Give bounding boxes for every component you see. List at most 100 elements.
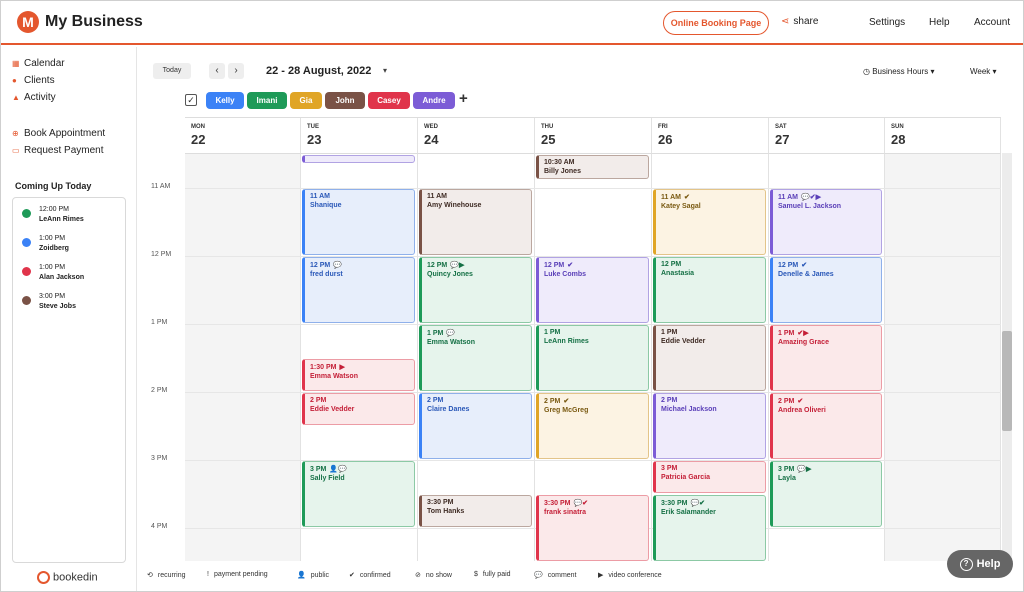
- help-label: Help: [976, 558, 1001, 570]
- day-name: WED: [424, 124, 438, 130]
- appointment-card[interactable]: 1 PM LeAnn Rimes: [536, 325, 649, 391]
- legend-label: comment: [547, 572, 577, 579]
- appointment-time: 12 PM: [427, 262, 448, 269]
- coming-up-item[interactable]: 12:00 PM LeAnn Rimes: [22, 206, 122, 230]
- appointment-card[interactable]: 10:30 AM Billy Jones: [536, 155, 649, 179]
- staff-chip[interactable]: Casey: [368, 92, 410, 109]
- appointment-card[interactable]: 1 PM 💬 Emma Watson: [419, 325, 532, 391]
- scrollbar-thumb[interactable]: [1002, 331, 1012, 431]
- date-range-picker[interactable]: 22 - 28 August, 2022: [266, 65, 371, 77]
- add-staff-button[interactable]: +: [459, 90, 468, 107]
- day-header[interactable]: MON 22: [185, 118, 301, 154]
- appointment-client: Amy Winehouse: [427, 202, 482, 209]
- appointment-time: 2 PM: [310, 397, 327, 404]
- nav-account[interactable]: Account: [974, 17, 1010, 28]
- appointment-card[interactable]: 2 PM ✔ Andrea Oliveri: [770, 393, 882, 459]
- sidebar-item-activity[interactable]: ▲ Activity: [12, 91, 56, 105]
- appointment-card[interactable]: 12 PM ✔ Denelle & James: [770, 257, 882, 323]
- staff-chip[interactable]: John: [325, 92, 365, 109]
- appointment-card[interactable]: 2 PM Michael Jackson: [653, 393, 766, 459]
- bookedin-wordmark: bookedin: [53, 571, 98, 584]
- nav-help[interactable]: Help: [929, 17, 950, 28]
- appointment-client: Andrea Oliveri: [778, 407, 826, 414]
- help-chat-button[interactable]: ? Help: [947, 550, 1013, 578]
- coming-up-client: Steve Jobs: [39, 303, 76, 310]
- day-header[interactable]: SAT 27: [769, 118, 885, 154]
- appointment-card[interactable]: 1 PM Eddie Vedder: [653, 325, 766, 391]
- appointment-time: 1:30 PM: [310, 364, 337, 371]
- legend-label: public: [310, 572, 330, 579]
- appointment-card[interactable]: 1:30 PM ▶ Emma Watson: [302, 359, 415, 391]
- appointment-card[interactable]: 3:30 PM 💬✔ Erik Salamander: [653, 495, 766, 561]
- prev-week-button[interactable]: ‹: [209, 63, 225, 79]
- time-label: 4 PM: [151, 523, 168, 530]
- appointment-card[interactable]: 3 PM 💬▶ Layla: [770, 461, 882, 527]
- appointment-time: 2 PM: [778, 398, 795, 405]
- day-header[interactable]: TUE 23: [301, 118, 418, 154]
- coming-up-time: 1:00 PM: [39, 235, 66, 242]
- share-button[interactable]: ⋖ share: [781, 16, 818, 27]
- appointment-card[interactable]: 11 AM ✔ Katey Sagal: [653, 189, 766, 255]
- appointment-card[interactable]: 12 PM 💬 fred durst: [302, 257, 415, 323]
- appointment-card[interactable]: 3:30 PM 💬✔ frank sinatra: [536, 495, 649, 561]
- brand-name[interactable]: My Business: [45, 13, 143, 31]
- online-booking-page-button[interactable]: Online Booking Page: [663, 11, 769, 35]
- staff-chip[interactable]: Andre: [413, 92, 455, 109]
- day-column[interactable]: [185, 118, 301, 561]
- view-select[interactable]: Week ▾: [970, 67, 997, 76]
- coming-up-item[interactable]: 1:00 PM Alan Jackson: [22, 264, 122, 288]
- appointment-card[interactable]: 3:30 PM Tom Hanks: [419, 495, 532, 527]
- day-name: MON: [191, 124, 205, 130]
- select-all-staff-checkbox[interactable]: ✓: [185, 94, 197, 106]
- appointment-time: 11 AM: [310, 193, 330, 200]
- appointment-card[interactable]: 3 PM 👤💬 Sally Field: [302, 461, 415, 527]
- brand-logo-icon[interactable]: M: [17, 11, 39, 33]
- appointment-card[interactable]: 11 AM 💬✔▶ Samuel L. Jackson: [770, 189, 882, 255]
- day-date: 22: [191, 132, 206, 147]
- day-header[interactable]: WED 24: [418, 118, 535, 154]
- sidebar-item-calendar[interactable]: ▦ Calendar: [12, 57, 65, 71]
- today-button[interactable]: Today: [153, 63, 191, 79]
- day-header[interactable]: THU 25: [535, 118, 652, 154]
- sidebar-item-label: Clients: [24, 75, 55, 86]
- day-column[interactable]: [885, 118, 1001, 561]
- chevron-down-icon[interactable]: ▾: [383, 66, 387, 75]
- legend-icon: ▶: [598, 572, 604, 579]
- legend-icon: !: [207, 571, 209, 578]
- sidebar-item-clients[interactable]: ● Clients: [12, 74, 55, 88]
- day-header[interactable]: FRI 26: [652, 118, 769, 154]
- appointment-client: Emma Watson: [310, 373, 358, 380]
- business-hours-toggle[interactable]: ◷ Business Hours ▾: [863, 67, 934, 76]
- appointment-card[interactable]: 2 PM ✔ Greg McGreg: [536, 393, 649, 459]
- appointment-card[interactable]: 12 PM ✔ Luke Combs: [536, 257, 649, 323]
- appointment-card[interactable]: 2 PM Eddie Vedder: [302, 393, 415, 425]
- sidebar: ▦ Calendar ● Clients ▲ Activity ⊕ Book Appoi…: [1, 47, 137, 591]
- coming-up-list: 12:00 PM LeAnn Rimes 1:00 PM Zoidberg 1:…: [12, 197, 126, 563]
- staff-chip[interactable]: Gia: [290, 92, 322, 109]
- appointment-card[interactable]: 11 AM Amy Winehouse: [419, 189, 532, 255]
- day-name: SAT: [775, 124, 787, 130]
- staff-chip[interactable]: Imani: [247, 92, 287, 109]
- appointment-card[interactable]: 1 PM ✔▶ Amazing Grace: [770, 325, 882, 391]
- sidebar-item-request-payment[interactable]: ▭ Request Payment: [12, 144, 104, 158]
- coming-up-item[interactable]: 1:00 PM Zoidberg: [22, 235, 122, 259]
- question-icon: ?: [959, 557, 973, 571]
- staff-chip[interactable]: Kelly: [206, 92, 244, 109]
- appointment-card[interactable]: 11 AM Shanique: [302, 189, 415, 255]
- appointment-card[interactable]: [302, 155, 415, 163]
- appointment-card[interactable]: 2 PM Claire Danes: [419, 393, 532, 459]
- coming-up-item[interactable]: 3:00 PM Steve Jobs: [22, 293, 122, 317]
- appointment-time: 12 PM: [310, 262, 331, 269]
- appointment-card[interactable]: 12 PM 💬▶ Quincy Jones: [419, 257, 532, 323]
- appointment-client: Patricia Garcia: [661, 474, 711, 481]
- appointment-status-icons: 👤💬: [329, 466, 347, 473]
- appointment-time: 12 PM: [544, 262, 565, 269]
- day-header[interactable]: SUN 28: [885, 118, 1001, 154]
- nav-settings[interactable]: Settings: [869, 17, 905, 28]
- appointment-card[interactable]: 3 PM Patricia Garcia: [653, 461, 766, 493]
- sidebar-item-book-appointment[interactable]: ⊕ Book Appointment: [12, 127, 105, 141]
- day-date: 24: [424, 132, 439, 147]
- appointment-card[interactable]: 12 PM Anastasia: [653, 257, 766, 323]
- appointment-client: Layla: [778, 475, 796, 482]
- next-week-button[interactable]: ›: [228, 63, 244, 79]
